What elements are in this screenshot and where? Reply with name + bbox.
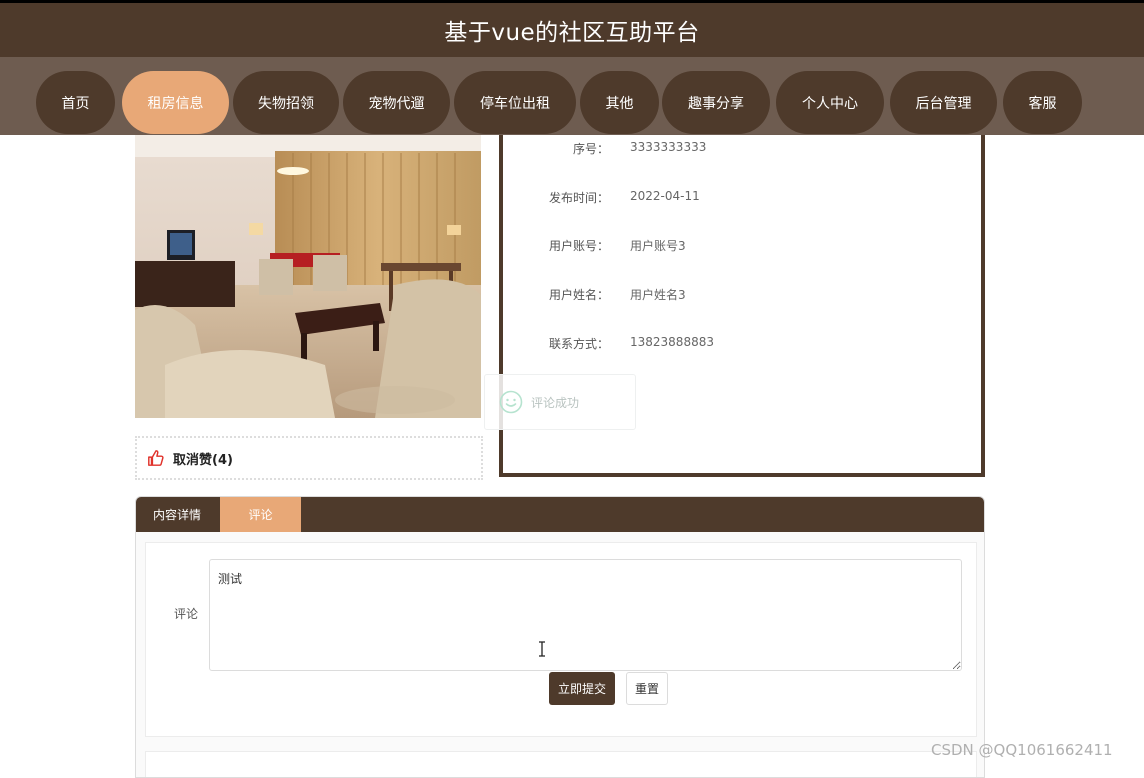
comment-form: 评论 立即提交 重置 — [145, 542, 977, 737]
nav-item-parking[interactable]: 停车位出租 — [454, 71, 576, 134]
info-value: 2022-04-11 — [630, 189, 700, 203]
info-value: 用户姓名3 — [630, 288, 686, 302]
info-row-name: 用户姓名： 用户姓名3 — [503, 286, 981, 306]
nav-item-fun-share[interactable]: 趣事分享 — [662, 71, 770, 134]
thumbs-up-icon — [148, 450, 164, 466]
info-key: 序号： — [572, 142, 609, 156]
living-room-image — [135, 135, 481, 418]
watermark: CSDN @QQ1061662411 — [931, 741, 1113, 759]
info-key: 用户姓名： — [548, 288, 609, 302]
nav-item-home[interactable]: 首页 — [36, 71, 115, 134]
site-header: 基于vue的社区互助平台 — [0, 3, 1144, 57]
room-photo — [135, 135, 481, 418]
info-key: 发布时间： — [548, 191, 609, 205]
comment-list — [145, 751, 977, 777]
info-row-account: 用户账号： 用户账号3 — [503, 237, 981, 257]
nav-item-pet-walking[interactable]: 宠物代遛 — [343, 71, 450, 134]
info-key: 联系方式： — [548, 337, 609, 351]
like-count-label: 取消赞(4) — [173, 452, 233, 468]
info-value: 用户账号3 — [630, 239, 686, 253]
nav-item-lost-found[interactable]: 失物招领 — [233, 71, 339, 134]
reset-button[interactable]: 重置 — [626, 672, 668, 705]
submit-button[interactable]: 立即提交 — [549, 672, 615, 705]
comment-textarea[interactable] — [209, 559, 962, 671]
info-row-publish-time: 发布时间： 2022-04-11 — [503, 189, 981, 209]
nav-item-support[interactable]: 客服 — [1003, 71, 1082, 134]
info-value: 3333333333 — [630, 140, 707, 154]
nav-item-rental[interactable]: 租房信息 — [122, 71, 229, 134]
success-toast: 评论成功 — [484, 374, 636, 430]
tab-comments[interactable]: 评论 — [220, 497, 301, 532]
nav-item-personal-center[interactable]: 个人中心 — [776, 71, 884, 134]
tab-bar: 内容详情 评论 — [136, 497, 984, 532]
detail-tabs-card: 内容详情 评论 评论 立即提交 重置 — [135, 496, 985, 778]
info-key: 用户账号： — [548, 239, 609, 253]
smile-icon — [499, 390, 523, 414]
site-title: 基于vue的社区互助平台 — [444, 20, 700, 46]
info-row-serial: 序号： 3333333333 — [503, 140, 981, 160]
text-cursor-icon — [539, 641, 545, 657]
nav-item-other[interactable]: 其他 — [580, 71, 659, 134]
toast-message: 评论成功 — [531, 395, 580, 410]
info-row-contact: 联系方式： 13823888883 — [503, 335, 981, 355]
info-value: 13823888883 — [630, 335, 714, 349]
comment-label: 评论 — [174, 607, 199, 621]
nav-item-admin[interactable]: 后台管理 — [890, 71, 997, 134]
main-nav: 首页 租房信息 失物招领 宠物代遛 停车位出租 其他 趣事分享 个人中心 后台管… — [0, 57, 1144, 135]
like-toggle[interactable]: 取消赞(4) — [135, 436, 483, 480]
tab-content-detail[interactable]: 内容详情 — [136, 497, 218, 532]
